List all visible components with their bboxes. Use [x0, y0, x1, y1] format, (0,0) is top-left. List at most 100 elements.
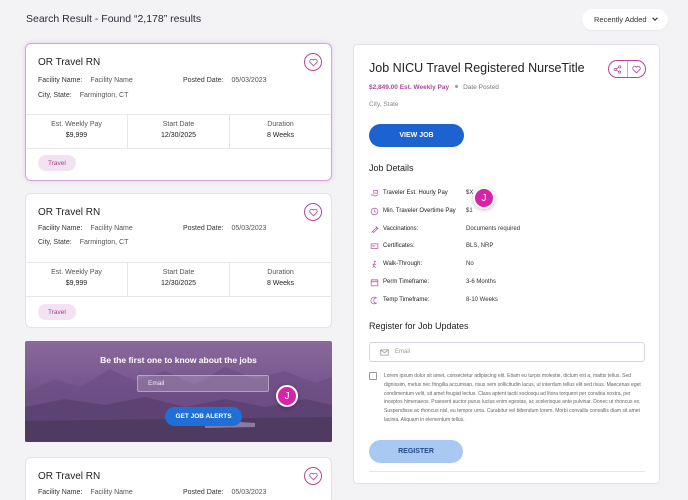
detail-row-value: 8-10 Weeks — [466, 297, 498, 303]
duration-label: Duration — [267, 121, 294, 128]
mail-icon — [380, 349, 389, 355]
detail-row-value: BLS, NRP — [466, 243, 494, 249]
share-button[interactable] — [609, 61, 628, 77]
job-detail-panel: Job NICU Travel Registered NurseTitle $2… — [353, 44, 660, 484]
job-title: OR Travel RN — [38, 207, 101, 218]
register-button[interactable]: REGISTER — [369, 440, 463, 463]
detail-row: Temp Timeframe: — [369, 294, 429, 306]
posted-label: Posted Date: — [183, 77, 224, 84]
sort-dropdown[interactable]: Recently Added — [582, 9, 668, 30]
detail-row-label: Walk-Through: — [383, 261, 423, 267]
pay-label: Est. Weekly Pay — [51, 121, 102, 128]
syringe-icon — [370, 225, 378, 233]
clock-dollar-icon — [370, 207, 378, 215]
pay-value: $9,999 — [65, 132, 88, 139]
detail-row-label: Traveler Est. Hourly Pay — [383, 190, 448, 196]
register-title: Register for Job Updates — [369, 321, 469, 331]
banner-email-input[interactable]: Email — [137, 375, 269, 392]
detail-row-label: Temp Timeframe: — [383, 297, 430, 303]
favorite-button[interactable] — [304, 467, 322, 485]
detail-actions — [608, 60, 646, 78]
posted-label: Posted Date: — [183, 489, 224, 496]
job-type-tag: Travel — [38, 304, 76, 320]
facility-label: Facility Name: — [38, 225, 83, 232]
job-card[interactable]: OR Travel RN Facility Name: Facility Name… — [25, 43, 332, 181]
job-card[interactable]: OR Travel RN Facility Name: Facility Name… — [25, 193, 332, 328]
favorite-button[interactable] — [628, 61, 646, 77]
terms-text: Lorem ipsum dolor sit amet, consectetur … — [384, 373, 641, 423]
detail-location: City, State — [369, 101, 399, 108]
pay-label: Est. Weekly Pay — [51, 269, 102, 276]
job-title: OR Travel RN — [38, 57, 101, 68]
heart-icon — [308, 58, 318, 66]
detail-row: Walk-Through: — [369, 258, 422, 270]
heart-icon — [632, 65, 641, 73]
favorite-button[interactable] — [304, 203, 322, 221]
city-value: Farmington, CT — [79, 92, 129, 99]
detail-row-label: Vaccinations: — [383, 226, 419, 232]
top-bar: Search Result - Found “2,178” results Re… — [0, 0, 688, 40]
view-job-button[interactable]: VIEW JOB — [369, 124, 464, 147]
get-job-alerts-button[interactable]: GET JOB ALERTS — [165, 407, 242, 426]
chat-avatar-button[interactable]: J — [276, 385, 298, 407]
detail-row-value: $1 — [466, 208, 473, 214]
start-label: Start Date — [162, 269, 195, 276]
banner-title: Be the first one to know about the jobs — [100, 355, 257, 365]
duration-value: 8 Weeks — [266, 132, 295, 139]
job-stats: Est. Weekly Pay $9,999 Start Date 12/30/20… — [26, 114, 331, 149]
posted-label: Posted Date: — [183, 225, 224, 232]
job-card[interactable]: OR Travel RN Facility Name: Facility Name… — [25, 457, 332, 500]
chevron-down-icon — [652, 17, 658, 21]
chat-avatar-button[interactable]: J — [473, 187, 495, 209]
detail-row-value: Documents required — [466, 226, 521, 232]
job-stats: Est. Weekly Pay $9,999 Start Date 12/30/20… — [26, 262, 331, 297]
facility-value: Facility Name — [90, 77, 133, 84]
sort-label: Recently Added — [594, 15, 647, 24]
posted-value: 05/03/2023 — [231, 225, 267, 232]
facility-value: Facility Name — [90, 489, 133, 496]
facility-value: Facility Name — [90, 225, 133, 232]
city-label: City, State: — [38, 92, 72, 99]
start-value: 12/30/2025 — [160, 280, 197, 287]
favorite-button[interactable] — [304, 53, 322, 71]
facility-label: Facility Name: — [38, 77, 83, 84]
start-label: Start Date — [162, 121, 195, 128]
job-type-tag: Travel — [38, 155, 76, 171]
moon-clock-icon — [370, 296, 377, 304]
hand-cash-icon — [370, 189, 378, 197]
start-value: 12/30/2025 — [160, 132, 197, 139]
facility-label: Facility Name: — [38, 489, 83, 496]
certificate-icon — [370, 243, 378, 249]
job-title: OR Travel RN — [38, 471, 101, 482]
posted-value: 05/03/2023 — [231, 489, 267, 496]
terms-checkbox[interactable] — [369, 372, 377, 380]
duration-label: Duration — [267, 269, 294, 276]
detail-row-value: 3-6 Months — [466, 279, 497, 285]
detail-row-label: Perm Timeframe: — [383, 279, 430, 285]
detail-row: Min. Traveler Overtime Pay — [369, 205, 456, 217]
share-icon — [614, 64, 622, 74]
pay-value: $9,999 — [65, 280, 88, 287]
calendar-icon — [370, 278, 378, 286]
city-value: Farmington, CT — [79, 239, 129, 246]
duration-value: 8 Weeks — [266, 280, 295, 287]
city-label: City, State: — [38, 239, 72, 246]
detail-row-label: Min. Traveler Overtime Pay — [383, 208, 456, 214]
register-email-input[interactable]: Email — [369, 342, 645, 362]
detail-row: Perm Timeframe: — [369, 276, 429, 288]
detail-row: Vaccinations: — [369, 223, 418, 235]
detail-row: Certificates: — [369, 240, 415, 252]
register-email-placeholder: Email — [395, 349, 411, 355]
detail-pay-line: $2,849.00 Est. Weekly Pay Date Posted — [369, 84, 499, 91]
job-details-title: Job Details — [369, 163, 414, 173]
heart-icon — [308, 472, 318, 480]
posted-value: 05/03/2023 — [231, 77, 267, 84]
heart-icon — [308, 208, 318, 216]
detail-row: Traveler Est. Hourly Pay — [369, 187, 448, 199]
detail-posted: Date Posted — [463, 84, 499, 91]
detail-row-label: Certificates: — [383, 243, 415, 249]
detail-job-title: Job NICU Travel Registered NurseTitle — [369, 61, 585, 75]
divider — [369, 471, 645, 472]
detail-row-value: No — [466, 261, 474, 267]
separator-dot — [455, 85, 459, 88]
